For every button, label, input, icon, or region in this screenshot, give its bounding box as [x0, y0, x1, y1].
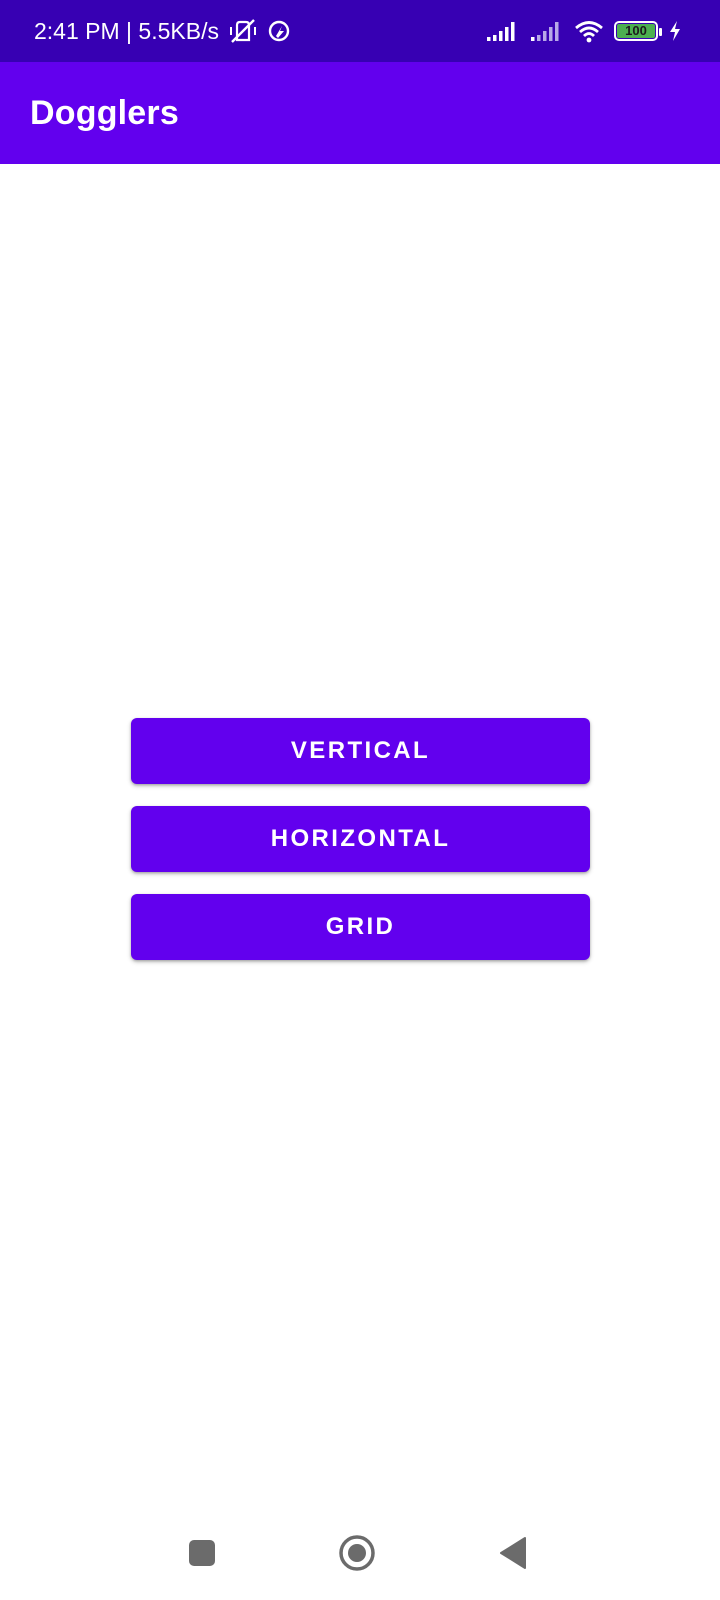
grid-button[interactable]: GRID: [131, 894, 590, 960]
back-button[interactable]: [490, 1530, 536, 1576]
recents-icon: [189, 1540, 215, 1566]
battery-cap: [659, 28, 662, 36]
signal-icon: [486, 20, 520, 42]
recents-button[interactable]: [179, 1530, 225, 1576]
app-notification-icon: [267, 19, 291, 43]
battery-level: 100: [617, 24, 655, 38]
app-bar: Dogglers: [0, 62, 720, 164]
system-nav-bar: [0, 1506, 720, 1600]
horizontal-button[interactable]: HORIZONTAL: [131, 806, 590, 872]
battery-icon: 100: [614, 21, 662, 41]
status-right: 100: [486, 19, 682, 43]
status-left: 2:41 PM | 5.5KB/s: [34, 18, 291, 45]
status-bar: 2:41 PM | 5.5KB/s 100: [0, 0, 720, 62]
home-icon: [339, 1535, 375, 1571]
charging-icon: [668, 20, 682, 42]
vertical-button[interactable]: VERTICAL: [131, 718, 590, 784]
vibrate-off-icon: [227, 18, 259, 44]
home-button[interactable]: [334, 1530, 380, 1576]
wifi-icon: [574, 19, 604, 43]
layout-buttons: VERTICAL HORIZONTAL GRID: [131, 718, 590, 960]
app-title: Dogglers: [30, 93, 179, 132]
back-icon: [500, 1537, 526, 1569]
signal-secondary-icon: [530, 20, 564, 42]
status-time-speed: 2:41 PM | 5.5KB/s: [34, 17, 219, 44]
